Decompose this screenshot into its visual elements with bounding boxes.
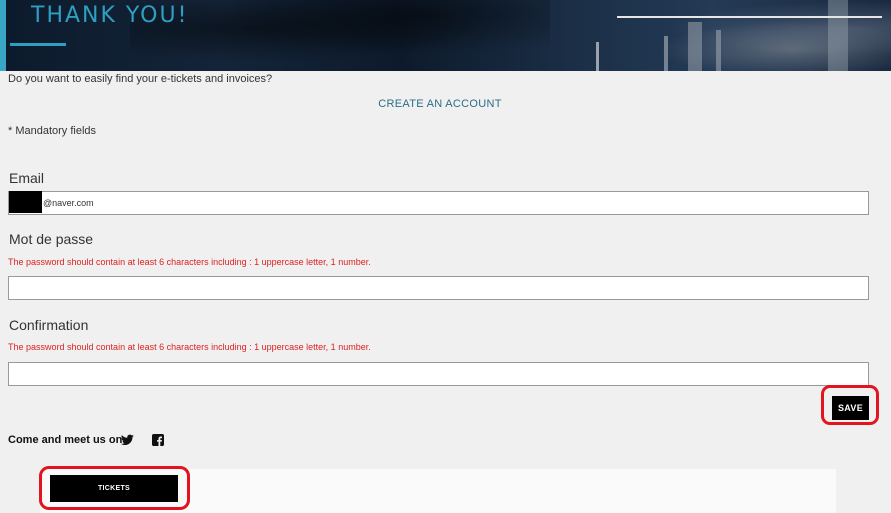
confirmation-hint: The password should contain at least 6 c… — [8, 342, 371, 352]
banner-spire — [596, 42, 599, 71]
page-title: THANK YOU! — [31, 3, 189, 28]
password-hint: The password should contain at least 6 c… — [8, 257, 371, 267]
redacted-block — [9, 191, 42, 213]
facebook-icon[interactable] — [152, 434, 164, 446]
mandatory-note: * Mandatory fields — [8, 125, 97, 137]
tickets-button[interactable]: TICKETS — [50, 475, 178, 502]
email-label: Email — [9, 170, 45, 186]
header-rule — [617, 16, 882, 18]
email-value: @naver.com — [43, 198, 94, 208]
hero-banner: THANK YOU! — [0, 0, 891, 71]
banner-spire — [664, 36, 668, 71]
password-field[interactable] — [8, 276, 869, 300]
banner-image-trees — [130, 0, 550, 71]
title-underline — [10, 43, 66, 46]
confirmation-label: Confirmation — [9, 317, 89, 333]
password-label: Mot de passe — [9, 231, 94, 247]
twitter-icon[interactable] — [121, 434, 134, 446]
confirmation-field[interactable] — [8, 362, 869, 386]
save-button[interactable]: SAVE — [832, 396, 869, 420]
banner-tower — [688, 22, 702, 71]
banner-tower — [828, 0, 848, 71]
email-field[interactable]: @naver.com — [8, 191, 869, 215]
banner-spire — [716, 30, 721, 71]
create-account-link[interactable]: CREATE AN ACCOUNT — [0, 98, 880, 110]
account-prompt: Do you want to easily find your e-ticket… — [8, 73, 273, 85]
banner-accent-bar — [0, 0, 6, 71]
social-label: Come and meet us on: — [8, 434, 126, 446]
